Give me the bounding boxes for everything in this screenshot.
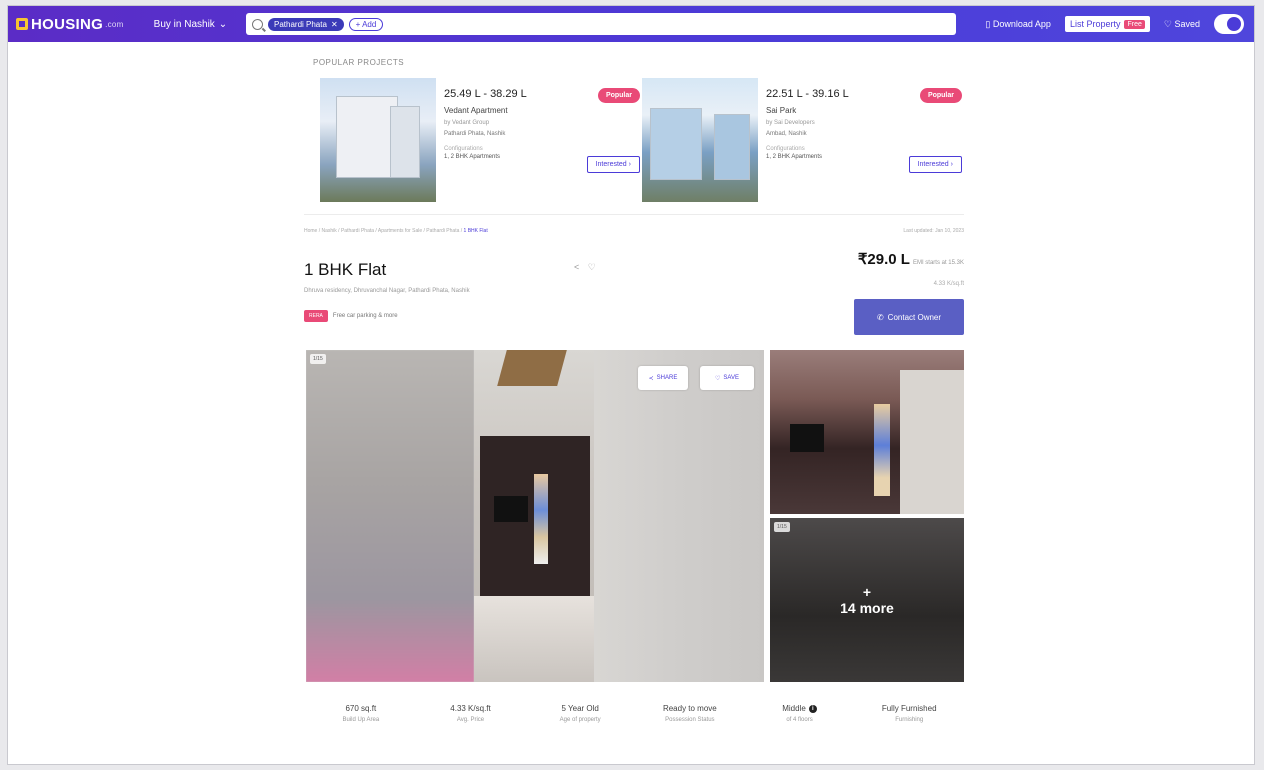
popular-projects-heading: POPULAR PROJECTS <box>313 58 405 67</box>
project-name[interactable]: Vedant Apartment <box>444 106 634 115</box>
section-divider <box>304 214 964 215</box>
stat-age: 5 Year Old Age of property <box>559 704 601 723</box>
price-value: ₹29.0 L <box>857 251 910 268</box>
stat-possession: Ready to move Possession Status <box>662 704 717 723</box>
more-photos-label: + 14 more <box>840 584 894 616</box>
heart-icon: ♡ <box>1163 18 1172 29</box>
rera-tag: RERA <box>304 310 328 322</box>
contact-owner-label: Contact Owner <box>887 312 942 322</box>
browser-frame: HOUSING .com Buy in Nashik ⌄ Pathardi Ph… <box>8 6 1254 764</box>
arrow-right-icon: › <box>950 161 953 168</box>
add-more-button[interactable]: + Add <box>348 17 384 31</box>
stat-furnishing: Fully Furnished Furnishing <box>881 704 937 723</box>
main-photo[interactable]: 1/15 ≺ SHARE ♡ SAVE <box>306 350 764 682</box>
share-label: SHARE <box>656 375 678 381</box>
plus-icon: + <box>862 584 872 600</box>
project-developer: by Sai Developers <box>766 120 815 126</box>
housing-logo[interactable]: HOUSING .com <box>16 16 124 33</box>
project-location: Pathardi Phata, Nashik <box>444 131 506 137</box>
project-developer: by Vedant Group <box>444 120 490 126</box>
more-count: 14 more <box>840 600 894 616</box>
popular-badge: Popular <box>919 88 962 103</box>
project-image <box>320 78 436 202</box>
list-property-label: List Property <box>1069 19 1121 29</box>
free-badge: Free <box>1124 19 1145 29</box>
search-icon <box>252 18 263 30</box>
more-photos-thumbnail[interactable]: 1/15 + 14 more <box>770 518 964 682</box>
buy-city-dropdown[interactable]: Buy in Nashik ⌄ <box>154 19 228 30</box>
emi-link[interactable]: EMI starts at 15.3K <box>913 260 964 266</box>
project-location: Ambad, Nashik <box>766 131 807 137</box>
save-button[interactable]: ♡ SAVE <box>700 366 754 390</box>
locality-chip-label: Pathardi Phata <box>274 19 327 29</box>
project-card[interactable]: 25.49 L - 38.29 L Vedant Apartment by Ve… <box>320 78 640 204</box>
property-stats: 670 sq.ft Build Up Area 4.33 K/sq.ft Avg… <box>306 704 964 723</box>
locality-chip[interactable]: Pathardi Phata ✕ <box>268 17 344 31</box>
saved-link[interactable]: ♡ Saved <box>1164 19 1200 30</box>
phone-icon: ✆ <box>876 312 884 322</box>
save-label: SAVE <box>723 375 739 381</box>
download-app-label: Download App <box>992 18 1051 29</box>
breadcrumb: Home / Nashik / Pathardi Phata / Apartme… <box>304 228 488 234</box>
top-navigation-bar: HOUSING .com Buy in Nashik ⌄ Pathardi Ph… <box>8 6 1254 42</box>
list-property-button[interactable]: List Property Free <box>1064 16 1150 32</box>
search-input[interactable] <box>387 18 956 30</box>
project-config-label: Configurations <box>766 146 805 152</box>
buy-city-label: Buy in Nashik <box>153 18 215 30</box>
thumbnail-photo[interactable] <box>770 350 964 514</box>
user-avatar[interactable] <box>1214 14 1244 34</box>
arrow-right-icon: › <box>628 161 631 168</box>
download-app-link[interactable]: ▯ Download App <box>985 19 1051 30</box>
info-icon[interactable]: i <box>808 704 817 713</box>
interested-label: Interested <box>917 161 949 168</box>
logo-text: HOUSING <box>31 15 104 33</box>
heart-icon: ♡ <box>715 375 721 382</box>
photo-gallery: 1/15 ≺ SHARE ♡ SAVE 1/15 + 14 more <box>306 350 964 682</box>
interested-button[interactable]: Interested › <box>908 156 962 173</box>
chevron-down-icon: ⌄ <box>218 18 228 30</box>
stat-avg-price: 4.33 K/sq.ft Avg. Price <box>450 704 491 723</box>
logo-suffix: .com <box>105 19 124 29</box>
housing-logo-icon <box>16 18 28 30</box>
project-name[interactable]: Sai Park <box>766 106 956 115</box>
contact-owner-button[interactable]: ✆ Contact Owner <box>854 299 964 335</box>
search-bar[interactable]: Pathardi Phata ✕ + Add <box>246 13 956 35</box>
page-title: 1 BHK Flat <box>304 260 387 279</box>
share-icon[interactable]: < ♡ <box>574 262 599 273</box>
popular-badge: Popular <box>597 88 640 103</box>
interested-button[interactable]: Interested › <box>586 156 640 173</box>
project-image <box>642 78 758 202</box>
photo-count-badge: 1/15 <box>774 522 790 532</box>
price-per-sqft: 4.33 K/sq.ft <box>933 281 964 287</box>
topbar-actions: ▯ Download App List Property Free ♡ Save… <box>985 13 1244 35</box>
breadcrumb-current: 1 BHK Flat <box>463 228 488 234</box>
project-config-label: Configurations <box>444 146 483 152</box>
stat-floor: Middle i of 4 floors <box>745 704 855 723</box>
share-icon: ≺ <box>648 375 654 382</box>
listing-address: Dhruva residency, Dhruvanchal Nagar, Pat… <box>304 288 470 294</box>
breadcrumb-path[interactable]: Home / Nashik / Pathardi Phata / Apartme… <box>304 228 464 234</box>
close-icon[interactable]: ✕ <box>331 20 338 29</box>
rera-text: Free car parking & more <box>332 313 398 319</box>
avatar-icon <box>1227 17 1241 31</box>
share-button[interactable]: ≺ SHARE <box>638 366 688 390</box>
interested-label: Interested <box>595 161 627 168</box>
listing-price: ₹29.0 L EMI starts at 15.3K <box>858 250 964 268</box>
stat-build-up-area: 670 sq.ft Build Up Area <box>342 704 380 723</box>
photo-count-badge: 1/15 <box>310 354 326 364</box>
rera-row: RERA Free car parking & more <box>304 310 398 322</box>
saved-label: Saved <box>1174 18 1200 29</box>
project-card[interactable]: 22.51 L - 39.16 L Sai Park by Sai Develo… <box>642 78 962 204</box>
phone-icon: ▯ <box>985 18 991 29</box>
last-updated: Last updated: Jan 10, 2023 <box>903 228 964 234</box>
